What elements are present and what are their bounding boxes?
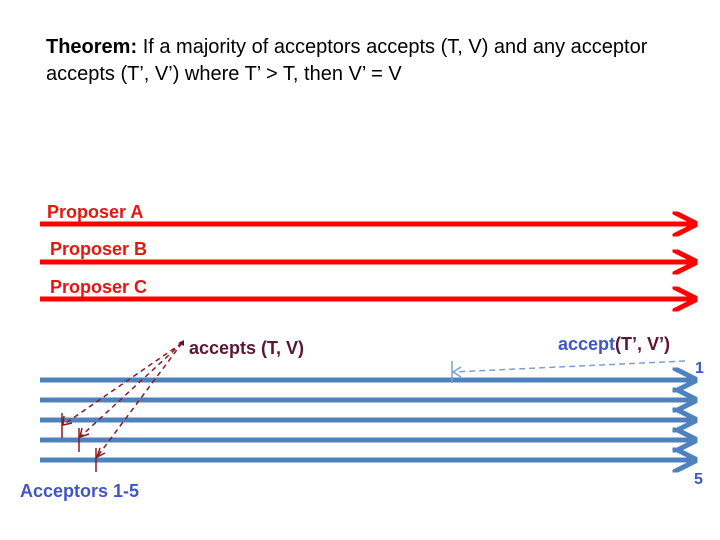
- accept-word: accept: [558, 334, 616, 354]
- proposer-b-label: Proposer B: [50, 239, 148, 259]
- later-accept-label: accept(T’, V’): [558, 334, 670, 355]
- accept-args: (T’, V’): [615, 334, 671, 354]
- acceptor-last-index: 5: [694, 471, 703, 488]
- acceptors-label: Acceptors 1-5: [20, 481, 140, 501]
- accept-arrow-1: [62, 342, 183, 426]
- accept-arrow-2: [79, 342, 183, 438]
- accepts-tv-label: accepts (T, V): [189, 338, 305, 358]
- paxos-diagram: [40, 0, 720, 540]
- later-accept-arrow: [452, 360, 686, 373]
- proposer-a-label: Proposer A: [47, 202, 144, 222]
- acceptor-first-index: 1: [695, 360, 704, 377]
- proposer-c-label: Proposer C: [50, 277, 148, 297]
